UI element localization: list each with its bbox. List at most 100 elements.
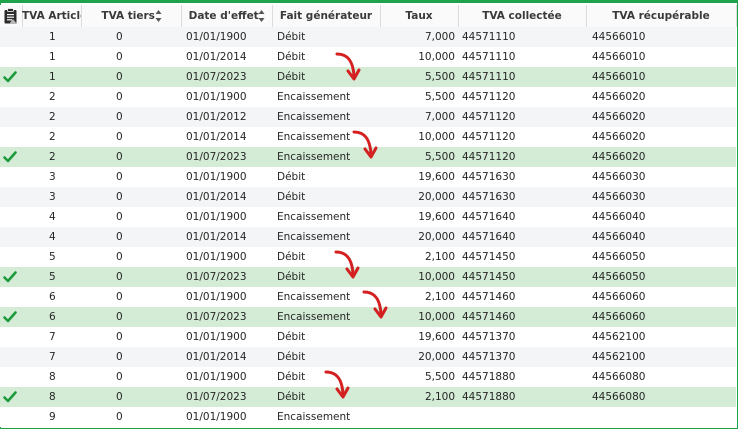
cell-collectee[interactable]: 44571460 <box>458 307 586 327</box>
cell-fait[interactable]: Débit <box>272 187 380 207</box>
cell-taux[interactable]: 10,000 <box>380 127 458 147</box>
cell-fait[interactable]: Encaissement <box>272 107 380 127</box>
row-selector[interactable] <box>0 407 22 427</box>
cell-article[interactable]: 8 <box>22 367 81 387</box>
cell-article[interactable]: 3 <box>22 167 81 187</box>
cell-tiers[interactable]: 0 <box>82 67 181 87</box>
cell-date[interactable]: 01/01/2014 <box>182 47 272 67</box>
sort-arrows-icon[interactable] <box>155 9 162 23</box>
table-row[interactable]: 1 0 01/07/2023 Débit 5,500 44571110 44566010 <box>0 67 736 87</box>
cell-article[interactable]: 2 <box>22 107 81 127</box>
cell-date[interactable]: 01/07/2023 <box>182 67 272 87</box>
cell-tiers[interactable]: 0 <box>82 27 181 47</box>
cell-collectee[interactable]: 44571460 <box>458 287 586 307</box>
cell-taux[interactable]: 2,100 <box>380 387 458 407</box>
cell-date[interactable]: 01/07/2023 <box>182 307 272 327</box>
cell-tiers[interactable]: 0 <box>82 107 181 127</box>
cell-fait[interactable]: Débit <box>272 27 380 47</box>
cell-date[interactable]: 01/01/2014 <box>182 347 272 367</box>
cell-article[interactable]: 9 <box>22 407 81 427</box>
sort-arrows-icon[interactable] <box>258 9 265 23</box>
cell-recuperable[interactable]: 44566010 <box>586 47 736 67</box>
row-selector[interactable] <box>0 247 22 267</box>
table-row[interactable]: 7 0 01/01/1900 Débit 19,600 44571370 44562100 <box>0 327 736 347</box>
cell-fait[interactable]: Débit <box>272 267 380 287</box>
cell-tiers[interactable]: 0 <box>82 87 181 107</box>
cell-date[interactable]: 01/01/2014 <box>182 127 272 147</box>
cell-recuperable[interactable]: 44566040 <box>586 207 736 227</box>
cell-taux[interactable]: 20,000 <box>380 187 458 207</box>
column-header-tiers[interactable]: TVA tiers <box>82 5 182 27</box>
cell-article[interactable]: 7 <box>22 327 81 347</box>
cell-collectee[interactable]: 44571110 <box>458 27 586 47</box>
cell-taux[interactable]: 19,600 <box>380 207 458 227</box>
row-selector[interactable] <box>0 287 22 307</box>
table-row[interactable]: 5 0 01/07/2023 Débit 10,000 44571450 44566050 <box>0 267 736 287</box>
cell-tiers[interactable]: 0 <box>82 207 181 227</box>
cell-collectee[interactable]: 44571120 <box>458 127 586 147</box>
cell-recuperable[interactable]: 44566020 <box>586 107 736 127</box>
cell-collectee[interactable]: 44571450 <box>458 247 586 267</box>
cell-date[interactable]: 01/07/2023 <box>182 387 272 407</box>
cell-article[interactable]: 1 <box>22 67 81 87</box>
cell-collectee[interactable]: 44571640 <box>458 207 586 227</box>
cell-date[interactable]: 01/01/1900 <box>182 207 272 227</box>
cell-collectee[interactable]: 44571120 <box>458 147 586 167</box>
cell-recuperable[interactable] <box>586 407 736 427</box>
cell-recuperable[interactable]: 44566010 <box>586 27 736 47</box>
row-selector[interactable] <box>0 147 22 167</box>
cell-article[interactable]: 6 <box>22 287 81 307</box>
cell-collectee[interactable]: 44571370 <box>458 347 586 367</box>
row-selector[interactable] <box>0 107 22 127</box>
row-selector[interactable] <box>0 187 22 207</box>
cell-recuperable[interactable]: 44566050 <box>586 247 736 267</box>
cell-tiers[interactable]: 0 <box>82 247 181 267</box>
cell-recuperable[interactable]: 44566030 <box>586 167 736 187</box>
cell-collectee[interactable]: 44571370 <box>458 327 586 347</box>
row-selector[interactable] <box>0 307 22 327</box>
cell-article[interactable]: 3 <box>22 187 81 207</box>
table-row[interactable]: 2 0 01/01/2012 Encaissement 7,000 44571120 445… <box>0 107 736 127</box>
column-header-recuperable[interactable]: TVA récupérable <box>586 5 737 27</box>
cell-date[interactable]: 01/07/2023 <box>182 147 272 167</box>
row-selector[interactable] <box>0 87 22 107</box>
cell-taux[interactable]: 20,000 <box>380 227 458 247</box>
cell-date[interactable]: 01/01/2012 <box>182 107 272 127</box>
cell-date[interactable]: 01/01/1900 <box>182 407 272 427</box>
cell-taux[interactable]: 10,000 <box>380 267 458 287</box>
row-selector[interactable] <box>0 367 22 387</box>
cell-recuperable[interactable]: 44566010 <box>586 67 736 87</box>
row-selector[interactable] <box>0 207 22 227</box>
cell-taux[interactable]: 7,000 <box>380 107 458 127</box>
cell-taux[interactable]: 7,000 <box>380 27 458 47</box>
cell-taux[interactable] <box>380 407 458 427</box>
cell-fait[interactable]: Débit <box>272 247 380 267</box>
row-selector[interactable] <box>0 387 22 407</box>
table-row[interactable]: 9 0 01/01/1900 Encaissement <box>0 407 736 427</box>
cell-tiers[interactable]: 0 <box>82 187 181 207</box>
cell-date[interactable]: 01/01/1900 <box>182 327 272 347</box>
cell-tiers[interactable]: 0 <box>82 327 181 347</box>
cell-article[interactable]: 6 <box>22 307 81 327</box>
cell-article[interactable]: 5 <box>22 267 81 287</box>
table-row[interactable]: 8 0 01/01/1900 Débit 5,500 44571880 44566080 <box>0 367 736 387</box>
cell-date[interactable]: 01/01/1900 <box>182 87 272 107</box>
table-row[interactable]: 7 0 01/01/2014 Débit 20,000 44571370 44562100 <box>0 347 736 367</box>
cell-date[interactable]: 01/01/2014 <box>182 187 272 207</box>
cell-fait[interactable]: Encaissement <box>272 407 380 427</box>
cell-fait[interactable]: Encaissement <box>272 207 380 227</box>
row-selector[interactable] <box>0 327 22 347</box>
cell-tiers[interactable]: 0 <box>82 407 181 427</box>
cell-collectee[interactable]: 44571120 <box>458 87 586 107</box>
cell-collectee[interactable]: 44571450 <box>458 267 586 287</box>
cell-article[interactable]: 7 <box>22 347 81 367</box>
column-header-fait[interactable]: Fait générateur <box>272 5 381 27</box>
cell-recuperable[interactable]: 44566080 <box>586 387 736 407</box>
cell-taux[interactable]: 19,600 <box>380 327 458 347</box>
cell-tiers[interactable]: 0 <box>82 167 181 187</box>
row-selector[interactable] <box>0 227 22 247</box>
cell-taux[interactable]: 10,000 <box>380 47 458 67</box>
cell-taux[interactable]: 5,500 <box>380 367 458 387</box>
cell-tiers[interactable]: 0 <box>82 147 181 167</box>
cell-collectee[interactable]: 44571630 <box>458 167 586 187</box>
